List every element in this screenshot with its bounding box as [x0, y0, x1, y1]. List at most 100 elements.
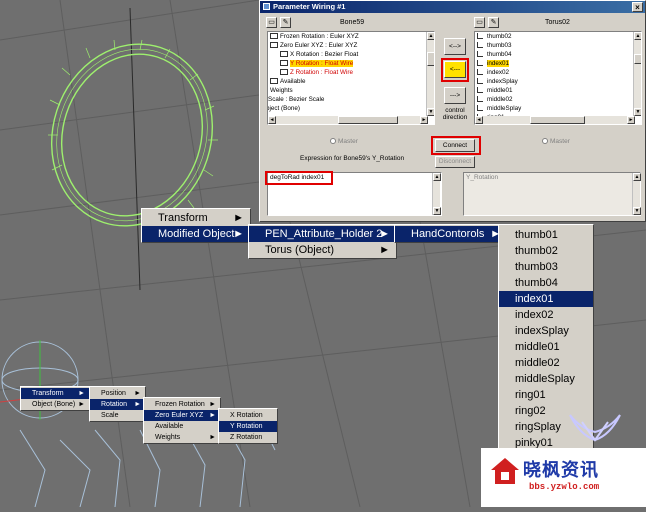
left-direction-button[interactable]: <---	[444, 61, 466, 78]
two-way-direction-button[interactable]: <-->	[444, 38, 466, 55]
left-expression-vscroll[interactable]: ▲ ▼	[432, 173, 441, 215]
left-tree-row[interactable]: Weights	[268, 86, 434, 95]
left-master-radio[interactable]: Master	[330, 138, 358, 145]
menu-item-label: HandContorols	[411, 228, 485, 240]
scroll-thumb[interactable]	[634, 54, 641, 64]
right-tree-row[interactable]: thumb04	[475, 50, 641, 59]
left-tree-label: Weights	[270, 87, 293, 94]
right-tree-row[interactable]: index02	[475, 68, 641, 77]
watermark: 晓枫资讯 bbs.yzwlo.com	[481, 448, 646, 507]
scroll-up-icon[interactable]: ▲	[427, 32, 434, 40]
right-tree-row[interactable]: middleSplay	[475, 104, 641, 113]
menu-item-index02[interactable]: index02	[499, 307, 593, 323]
menu-item-weights[interactable]: Weights ►	[144, 432, 220, 443]
right-expression-vscroll[interactable]: ▲ ▼	[632, 173, 641, 215]
right-pin-button[interactable]: ✎	[488, 17, 499, 28]
menu-item-middle02[interactable]: middle02	[499, 355, 593, 371]
left-tree-hscroll[interactable]: ◄ ►	[268, 116, 428, 124]
scroll-right-icon[interactable]: ►	[627, 116, 635, 124]
pin-icon: ✎	[282, 19, 289, 26]
scroll-left-icon[interactable]: ◄	[268, 116, 276, 124]
menu-item-label: Rotation	[101, 401, 128, 408]
menu-item-indexsplay[interactable]: indexSplay	[499, 323, 593, 339]
menu-item-z-rotation[interactable]: Z Rotation	[219, 432, 277, 443]
menu-item-transform[interactable]: Transform ►	[142, 210, 250, 226]
scroll-up-icon[interactable]: ▲	[634, 32, 641, 40]
left-pin-button[interactable]: ✎	[280, 17, 291, 28]
right-master-radio[interactable]: Master	[542, 138, 570, 145]
menu-item-thumb03[interactable]: thumb03	[499, 259, 593, 275]
menu-item-thumb04[interactable]: thumb04	[499, 275, 593, 291]
left-tree-label: bject (Bone)	[267, 105, 300, 112]
tree-branch-icon	[477, 69, 483, 75]
scroll-up-icon[interactable]: ▲	[633, 173, 641, 181]
left-tree-row[interactable]: Zero Euler XYZ : Euler XYZ	[268, 41, 434, 50]
disconnect-button[interactable]: Disconnect	[435, 156, 475, 168]
menu-item-handcontorols[interactable]: HandContorols ►	[395, 226, 507, 242]
menu-item-pen-attribute-holder[interactable]: PEN_Attribute_Holder 2 ►	[249, 226, 396, 242]
menu-item-zero-euler-xyz[interactable]: Zero Euler XYZ ►	[144, 410, 220, 421]
right-parameter-tree[interactable]: thumb02 thumb03 thumb04 index01 index02 index…	[474, 31, 642, 125]
menu-item-x-rotation[interactable]: X Rotation	[219, 410, 277, 421]
scroll-up-icon[interactable]: ▲	[433, 173, 441, 181]
right-tree-row[interactable]: indexSplay	[475, 77, 641, 86]
menu-item-object-bone[interactable]: Object (Bone) ►	[21, 399, 89, 410]
wing-logo-icon	[569, 414, 621, 442]
menu-item-modified-object[interactable]: Modified Object ►	[142, 226, 250, 242]
left-tree-row[interactable]: Scale : Bezier Scale	[268, 95, 434, 104]
left-tree-row[interactable]: Available	[268, 77, 434, 86]
scroll-left-icon[interactable]: ◄	[475, 116, 483, 124]
right-direction-button[interactable]: --->	[444, 87, 466, 104]
menu-item-ring01[interactable]: ring01	[499, 387, 593, 403]
left-tree-label: Available	[280, 78, 306, 85]
left-pick-folder-button[interactable]: ▭	[266, 17, 277, 28]
menu-item-torus-object[interactable]: Torus (Object) ►	[249, 242, 396, 258]
scroll-thumb[interactable]	[338, 116, 398, 124]
right-tree-row[interactable]: thumb03	[475, 41, 641, 50]
left-tree-row[interactable]: Y Rotation : Float Wire	[268, 59, 434, 68]
right-tree-vscroll[interactable]: ▲ ▼	[633, 32, 641, 116]
scroll-down-icon[interactable]: ▼	[433, 207, 441, 215]
scroll-down-icon[interactable]: ▼	[634, 108, 641, 116]
right-tree-hscroll[interactable]: ◄ ►	[475, 116, 635, 124]
menu-item-y-rotation[interactable]: Y Rotation	[219, 421, 277, 432]
left-tree-label: Zero Euler XYZ : Euler XYZ	[280, 42, 358, 49]
menu-item-index01[interactable]: index01	[499, 291, 593, 307]
right-pick-folder-button[interactable]: ▭	[474, 17, 485, 28]
menu-item-middlesplay[interactable]: middleSplay	[499, 371, 593, 387]
right-tree-label: middle01	[487, 87, 513, 94]
menu-item-available[interactable]: Available	[144, 421, 220, 432]
left-tree-row[interactable]: Frozen Rotation : Euler XYZ	[268, 32, 434, 41]
right-expression-field[interactable]: Y_Rotation	[463, 172, 641, 216]
right-tree-row[interactable]: index01	[475, 59, 641, 68]
expression-caption: Expression for Bone59's Y_Rotation	[300, 155, 405, 162]
menu-item-thumb01[interactable]: thumb01	[499, 227, 593, 243]
right-tree-row[interactable]: thumb02	[475, 32, 641, 41]
scroll-thumb[interactable]	[530, 116, 585, 124]
left-parameter-tree[interactable]: Frozen Rotation : Euler XYZ Zero Euler XY…	[267, 31, 435, 125]
right-tree-row[interactable]: middle02	[475, 95, 641, 104]
left-tree-row[interactable]: X Rotation : Bezier Float	[268, 50, 434, 59]
left-tree-vscroll[interactable]: ▲ ▼	[426, 32, 434, 116]
left-tree-row[interactable]: bject (Bone)	[267, 104, 434, 113]
left-tree-row[interactable]: Z Rotation : Float Wire	[268, 68, 434, 77]
controller-icon	[280, 60, 288, 67]
menu-item-rotation[interactable]: Rotation ►	[90, 399, 145, 410]
menu-item-position[interactable]: Position ►	[90, 388, 145, 399]
dialog-titlebar[interactable]: Parameter Wiring #1 ×	[260, 1, 645, 13]
controller-icon	[280, 69, 288, 76]
menu-item-label: Scale	[101, 412, 119, 419]
right-tree-row[interactable]: middle01	[475, 86, 641, 95]
scroll-thumb[interactable]	[427, 52, 434, 66]
scroll-down-icon[interactable]: ▼	[427, 108, 434, 116]
close-button[interactable]: ×	[632, 2, 643, 12]
menu-item-transform[interactable]: Transform ►	[21, 388, 89, 399]
menu-item-frozen-rotation[interactable]: Frozen Rotation ►	[144, 399, 220, 410]
menu-item-thumb02[interactable]: thumb02	[499, 243, 593, 259]
left-expression-field[interactable]: degToRad index01	[267, 172, 442, 216]
scroll-down-icon[interactable]: ▼	[633, 207, 641, 215]
scroll-right-icon[interactable]: ►	[420, 116, 428, 124]
menu-item-middle01[interactable]: middle01	[499, 339, 593, 355]
menu-item-scale[interactable]: Scale	[90, 410, 145, 421]
connect-button[interactable]: Connect	[435, 139, 475, 152]
